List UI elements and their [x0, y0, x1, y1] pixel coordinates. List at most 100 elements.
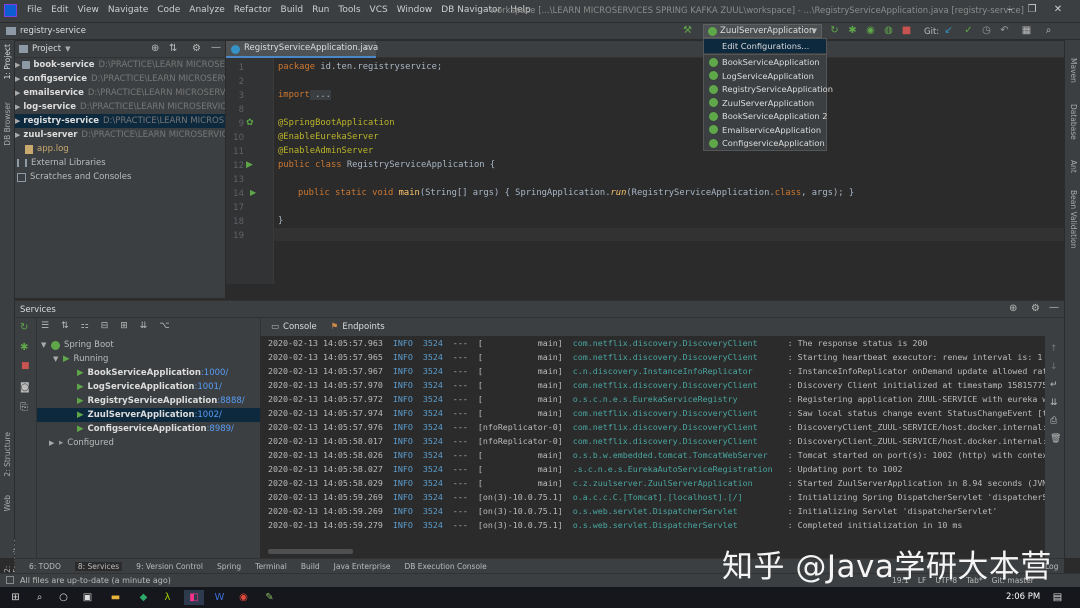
- tool-window-structure[interactable]: 2: Structure: [3, 432, 12, 477]
- service-group-configured[interactable]: ▶ ▸ Configured: [37, 436, 260, 450]
- tool-tab-version-control[interactable]: 9: Version Control: [136, 562, 203, 571]
- service-port-link[interactable]: :1002/: [195, 410, 222, 420]
- task-view-icon[interactable]: ▣: [80, 590, 95, 605]
- service-port-link[interactable]: :8888/: [217, 396, 244, 406]
- hide-panel-icon[interactable]: —: [1049, 302, 1059, 313]
- git-commit-icon[interactable]: ✓: [962, 24, 975, 37]
- tool-tab-db-execution-console[interactable]: DB Execution Console: [404, 562, 486, 571]
- stop-icon[interactable]: ■: [21, 361, 30, 371]
- tool-tab-spring[interactable]: Spring: [217, 562, 241, 571]
- restore-layout-icon[interactable]: ⎘: [20, 402, 28, 413]
- run-main-gutter-icon[interactable]: ▶: [250, 188, 256, 197]
- chevron-right-icon[interactable]: ▶: [49, 439, 59, 447]
- log-logger[interactable]: o.a.c.c.C.[Tomcat].[localhost].[/]: [573, 492, 778, 502]
- app-icon[interactable]: λ: [160, 590, 175, 605]
- tool-window-db-browser[interactable]: DB Browser: [3, 102, 12, 146]
- gear-icon[interactable]: ⚙: [1031, 303, 1040, 314]
- project-structure-icon[interactable]: ▦: [1020, 24, 1033, 37]
- service-item[interactable]: ▶ RegistryServiceApplication:8888/: [37, 394, 260, 408]
- run-config-item[interactable]: LogServiceApplication: [704, 69, 826, 83]
- profile-icon[interactable]: ◍: [882, 24, 895, 37]
- log-logger[interactable]: .s.c.n.e.s.EurekaAutoServiceRegistration: [573, 464, 778, 474]
- service-item[interactable]: ▶ LogServiceApplication:1001/: [37, 380, 260, 394]
- tool-window-project[interactable]: 1: Project: [3, 44, 12, 79]
- menu-analyze[interactable]: Analyze: [189, 5, 224, 15]
- expand-all-icon[interactable]: ☰: [41, 321, 49, 331]
- chevron-right-icon[interactable]: ▶: [15, 89, 20, 97]
- service-port-link[interactable]: :1001/: [194, 382, 221, 392]
- run-config-item[interactable]: EmailserviceApplication: [704, 123, 826, 137]
- gear-icon[interactable]: ⚙: [192, 43, 201, 54]
- soft-wrap-icon[interactable]: ↵: [1050, 380, 1058, 390]
- tool-window-ant[interactable]: Ant: [1069, 160, 1078, 173]
- menu-window[interactable]: Window: [397, 5, 433, 15]
- log-logger[interactable]: com.netflix.discovery.DiscoveryClient: [573, 380, 778, 390]
- sort-icon[interactable]: ⇊: [140, 321, 148, 331]
- run-config-item[interactable]: ConfigserviceApplication: [704, 137, 826, 151]
- tool-tab-services[interactable]: 8: Services: [74, 562, 123, 571]
- service-item-selected[interactable]: ▶ ZuulServerApplication:1002/: [37, 408, 260, 422]
- service-item[interactable]: ▶ BookServiceApplication:1000/: [37, 366, 260, 380]
- camera-icon[interactable]: ◙: [20, 382, 30, 393]
- add-service-icon[interactable]: ⊕: [1009, 303, 1017, 314]
- editor-tab-registry-service-application[interactable]: RegistryServiceApplication.java ×: [226, 41, 378, 58]
- print-icon[interactable]: ⎙: [1050, 416, 1057, 426]
- intellij-taskbar-icon[interactable]: ◧: [184, 590, 204, 605]
- restore-icon[interactable]: ❐: [1026, 4, 1038, 16]
- tab-endpoints[interactable]: Endpoints: [342, 322, 384, 332]
- search-icon[interactable]: ⌕: [1042, 24, 1055, 37]
- menu-navigate[interactable]: Navigate: [108, 5, 148, 15]
- tree-item-registry-service[interactable]: ▶ registry-service D:\PRACTICE\LEARN MICRO…: [15, 114, 225, 128]
- tree-icon[interactable]: ⌥: [159, 321, 169, 331]
- scroll-down-icon[interactable]: ↓: [1050, 362, 1058, 372]
- tree-item-scratches[interactable]: ▶Scratches and Consoles: [15, 170, 225, 184]
- tree-item-book-service[interactable]: ▶ book-service D:\PRACTICE\LEARN MICROSE: [15, 58, 225, 72]
- log-logger[interactable]: c.z.zuulserver.ZuulServerApplication: [573, 478, 778, 488]
- log-logger[interactable]: com.netflix.discovery.DiscoveryClient: [573, 338, 778, 348]
- breadcrumb-project[interactable]: registry-service: [20, 26, 86, 36]
- chevron-right-icon[interactable]: ▶: [15, 131, 20, 139]
- notification-icon[interactable]: ▤: [1050, 590, 1065, 605]
- tool-tab-terminal[interactable]: Terminal: [255, 562, 287, 571]
- chevron-right-icon[interactable]: ▶: [15, 61, 22, 69]
- chevron-down-icon[interactable]: ▼: [41, 341, 51, 349]
- windows-start-icon[interactable]: ⊞: [8, 590, 23, 605]
- chevron-down-icon[interactable]: ▼: [53, 355, 63, 363]
- minimize-icon[interactable]: –: [1004, 4, 1016, 16]
- log-logger[interactable]: com.netflix.discovery.DiscoveryClient: [573, 352, 778, 362]
- run-config-item[interactable]: ZuulServerApplication: [704, 96, 826, 110]
- collapse-all-icon[interactable]: ⇅: [61, 321, 69, 331]
- log-logger[interactable]: o.s.web.servlet.DispatcherServlet: [573, 520, 778, 530]
- git-rollback-icon[interactable]: ↶: [998, 24, 1011, 37]
- cortana-icon[interactable]: ○: [56, 590, 71, 605]
- coverage-icon[interactable]: ◉: [864, 24, 877, 37]
- trash-icon[interactable]: 🗑: [1050, 434, 1061, 444]
- edit-configurations-item[interactable]: Edit Configurations...: [704, 39, 826, 53]
- tool-tab-java-enterprise[interactable]: Java Enterprise: [334, 562, 391, 571]
- collapse-all-icon[interactable]: ⇅: [169, 43, 177, 54]
- scroll-up-icon[interactable]: ↑: [1050, 344, 1058, 354]
- folded-imports[interactable]: ...: [309, 90, 331, 100]
- log-logger[interactable]: com.netflix.discovery.DiscoveryClient: [573, 408, 778, 418]
- run-config-item[interactable]: BookServiceApplication 2: [704, 110, 828, 124]
- menu-view[interactable]: View: [78, 5, 99, 15]
- console-output[interactable]: 2020-02-13 14:05:57.963 INFO 3524 --- [ …: [260, 336, 1045, 558]
- tab-console[interactable]: Console: [283, 322, 317, 332]
- spring-bean-gutter-icon[interactable]: ✿: [246, 118, 254, 128]
- tool-window-web[interactable]: Web: [3, 495, 12, 511]
- app-icon[interactable]: ✎: [262, 590, 277, 605]
- close-tab-icon[interactable]: ×: [363, 41, 370, 56]
- word-icon[interactable]: W: [212, 590, 227, 605]
- tree-item-emailservice[interactable]: ▶ emailservice D:\PRACTICE\LEARN MICROSERV…: [15, 86, 225, 100]
- run-configuration-select[interactable]: ZuulServerApplication ▼: [703, 24, 822, 38]
- tool-tab-todo[interactable]: 6: TODO: [29, 562, 61, 571]
- scroll-to-end-icon[interactable]: ⇊: [1050, 398, 1058, 408]
- stop-icon[interactable]: ■: [900, 24, 913, 37]
- menu-vcs[interactable]: VCS: [370, 5, 388, 15]
- file-explorer-icon[interactable]: ▬: [108, 590, 123, 605]
- chevron-down-icon[interactable]: ▼: [65, 45, 70, 53]
- clock-time[interactable]: 2:06 PM: [1006, 592, 1040, 602]
- service-port-link[interactable]: :8989/: [207, 424, 234, 434]
- app-icon[interactable]: ◆: [136, 590, 151, 605]
- tree-item-zuul-server[interactable]: ▶ zuul-server D:\PRACTICE\LEARN MICROSERVI…: [15, 128, 225, 142]
